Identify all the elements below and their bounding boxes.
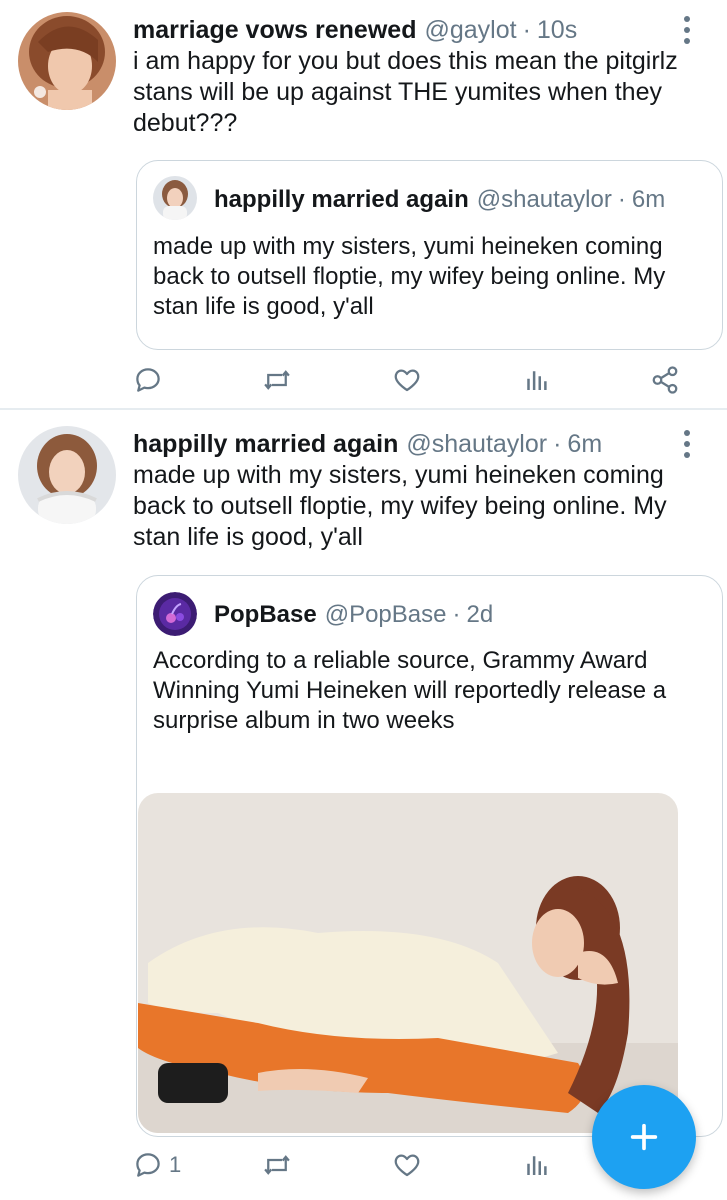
plus-icon bbox=[630, 1123, 658, 1151]
timestamp: 6m bbox=[631, 186, 666, 213]
avatar-photo bbox=[18, 12, 116, 110]
quoted-tweet-header: happilly married again @shautaylor · 6m bbox=[214, 184, 665, 216]
heart-icon bbox=[394, 369, 420, 392]
share-button[interactable] bbox=[650, 360, 680, 400]
tweet-text: i am happy for you but does this mean th… bbox=[133, 47, 678, 137]
avatar[interactable] bbox=[18, 426, 116, 524]
display-name[interactable]: happilly married again bbox=[133, 430, 398, 459]
analytics-icon bbox=[527, 371, 547, 390]
tweet-header: happilly married again @shautaylor · 6m bbox=[133, 427, 602, 461]
display-name: PopBase bbox=[214, 601, 317, 628]
retweet-icon bbox=[264, 1155, 290, 1175]
reply-icon bbox=[136, 368, 160, 392]
analytics-icon bbox=[527, 1156, 547, 1175]
analytics-button[interactable] bbox=[521, 360, 551, 400]
retweet-icon bbox=[264, 370, 290, 390]
share-icon bbox=[652, 366, 678, 394]
display-name[interactable]: marriage vows renewed bbox=[133, 16, 416, 45]
compose-tweet-button[interactable] bbox=[592, 1085, 696, 1189]
separator-dot: · bbox=[452, 601, 461, 628]
username[interactable]: @shautaylor bbox=[406, 430, 547, 459]
more-vertical-icon[interactable] bbox=[676, 13, 698, 47]
tweet-text: made up with my sisters, yumi heineken c… bbox=[133, 461, 667, 551]
avatar-photo bbox=[153, 176, 197, 220]
reply-button[interactable] bbox=[133, 360, 169, 400]
avatar bbox=[153, 592, 197, 636]
like-button[interactable] bbox=[392, 1145, 428, 1185]
timestamp[interactable]: 10s bbox=[537, 16, 577, 45]
separator-dot: · bbox=[522, 15, 531, 44]
heart-icon bbox=[394, 1154, 420, 1177]
photo bbox=[138, 793, 678, 1133]
username: @PopBase bbox=[324, 601, 447, 628]
reply-icon bbox=[136, 1153, 160, 1177]
avatar-photo bbox=[18, 426, 116, 524]
tweet-actions bbox=[0, 360, 727, 400]
separator-dot: · bbox=[553, 429, 562, 458]
more-vertical-icon[interactable] bbox=[676, 427, 698, 461]
popbase-logo bbox=[153, 592, 197, 636]
like-button[interactable] bbox=[392, 360, 428, 400]
quoted-tweet-text: made up with my sisters, yumi heineken c… bbox=[153, 233, 666, 320]
username: @shautaylor bbox=[476, 186, 612, 213]
quoted-tweet-text: According to a reliable source, Grammy A… bbox=[153, 647, 667, 734]
separator-dot: · bbox=[617, 186, 626, 213]
reply-count: 1 bbox=[169, 1152, 182, 1177]
display-name: happilly married again bbox=[214, 186, 469, 213]
analytics-button[interactable] bbox=[521, 1145, 551, 1185]
tweet-header: marriage vows renewed @gaylot · 10s bbox=[133, 13, 577, 47]
reply-button[interactable]: 1 bbox=[133, 1145, 181, 1185]
avatar[interactable] bbox=[18, 12, 116, 110]
avatar bbox=[153, 176, 197, 220]
timestamp: 2d bbox=[466, 601, 494, 628]
retweet-button[interactable] bbox=[262, 360, 298, 400]
quoted-tweet-image[interactable] bbox=[138, 793, 678, 1133]
retweet-button[interactable] bbox=[262, 1145, 298, 1185]
timestamp[interactable]: 6m bbox=[567, 430, 602, 459]
username[interactable]: @gaylot bbox=[424, 16, 516, 45]
quoted-tweet-header: PopBase @PopBase · 2d bbox=[214, 599, 493, 631]
